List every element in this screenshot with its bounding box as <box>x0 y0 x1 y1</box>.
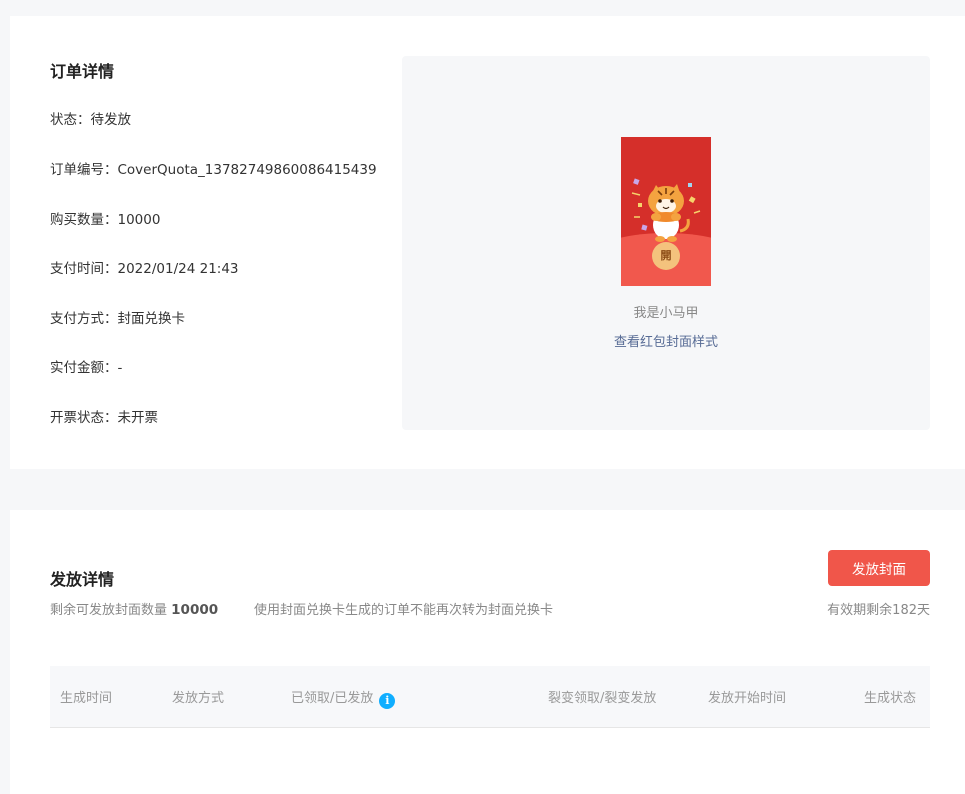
invoice-status-row: 开票状态：未开票 <box>50 406 158 426</box>
order-status-row: 状态：待发放 <box>50 108 131 128</box>
issue-table-header: 生成时间 发放方式 已领取/已发放 i 裂变领取/裂变发放 发放开始时间 生成状态 <box>50 666 930 728</box>
remaining-covers-label: 剩余可发放封面数量 <box>50 603 168 618</box>
cover-preview-panel: 開 我是小马甲 查看红包封面样式 <box>402 56 930 430</box>
open-button-icon: 開 <box>652 242 680 270</box>
info-icon[interactable]: i <box>379 693 396 709</box>
issue-details-card: 发放详情 剩余可发放封面数量 10000 使用封面兑换卡生成的订单不能再次转为封… <box>10 510 965 794</box>
exchange-card-note: 使用封面兑换卡生成的订单不能再次转为封面兑换卡 <box>254 603 554 618</box>
order-number-value: CoverQuota_13782749860086415439 <box>117 162 377 178</box>
cover-name-text: 我是小马甲 <box>633 306 699 321</box>
order-details-card: 订单详情 状态：待发放 订单编号：CoverQuota_137827498600… <box>10 16 965 469</box>
validity-remaining-text: 有效期剩余182天 <box>827 603 930 618</box>
claimed-issued-label: 已领取/已发放 <box>291 691 374 706</box>
paid-amount-row: 实付金额：- <box>50 356 122 376</box>
tiger-mascot-icon <box>631 178 701 242</box>
order-number-label: 订单编号： <box>50 162 118 178</box>
order-status-label: 状态： <box>50 112 91 128</box>
column-header-fission-claimed-issued: 裂变领取/裂变发放 <box>548 691 657 706</box>
payment-time-label: 支付时间： <box>50 261 118 277</box>
invoice-status-label: 开票状态： <box>50 410 118 426</box>
payment-method-value: 封面兑换卡 <box>117 311 186 327</box>
payment-time-row: 支付时间：2022/01/24 21:43 <box>50 257 239 277</box>
purchase-quantity-row: 购买数量：10000 <box>50 208 160 228</box>
column-header-generation-status: 生成状态 <box>864 691 917 706</box>
column-header-issue-start-time: 发放开始时间 <box>708 691 787 706</box>
payment-method-label: 支付方式： <box>50 311 118 327</box>
column-header-claimed-issued: 已领取/已发放 i <box>291 687 396 709</box>
purchase-quantity-value: 10000 <box>117 212 161 228</box>
order-number-row: 订单编号：CoverQuota_13782749860086415439 <box>50 158 377 178</box>
payment-time-value: 2022/01/24 21:43 <box>117 261 239 277</box>
remaining-covers-count: 10000 <box>171 602 219 618</box>
invoice-status-value: 未开票 <box>117 410 159 426</box>
remaining-covers-text: 剩余可发放封面数量 10000 <box>50 599 218 618</box>
paid-amount-value: - <box>117 360 123 376</box>
column-header-issue-method: 发放方式 <box>172 691 225 706</box>
column-header-generated-time: 生成时间 <box>60 691 113 706</box>
payment-method-row: 支付方式：封面兑换卡 <box>50 307 185 327</box>
issue-cover-button[interactable]: 发放封面 <box>828 550 930 586</box>
issue-details-title: 发放详情 <box>50 570 115 589</box>
purchase-quantity-label: 购买数量： <box>50 212 118 228</box>
order-status-value: 待发放 <box>90 112 132 128</box>
paid-amount-label: 实付金额： <box>50 360 118 376</box>
order-details-title: 订单详情 <box>50 62 115 81</box>
view-cover-style-link[interactable]: 查看红包封面样式 <box>402 331 930 350</box>
red-envelope-cover-image[interactable]: 開 <box>621 137 711 286</box>
